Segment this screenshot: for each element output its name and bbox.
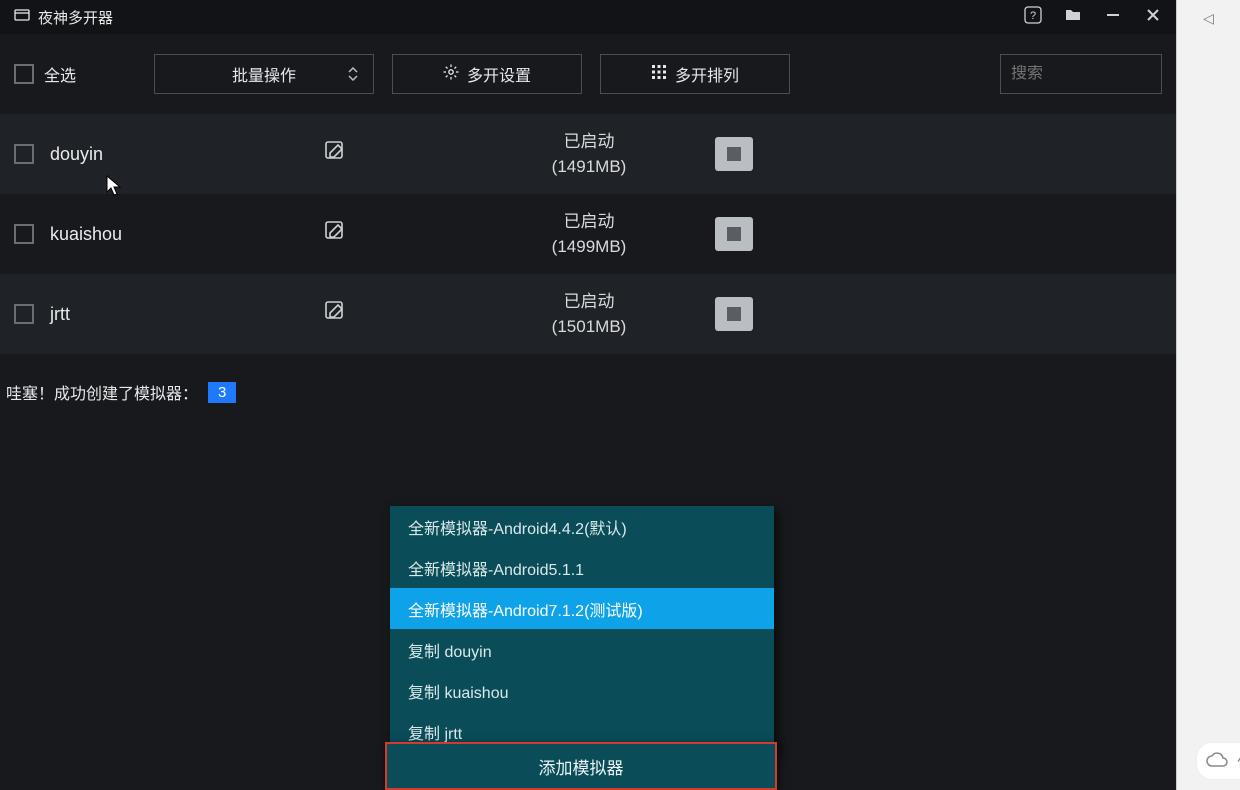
cloud-icon <box>1205 749 1229 773</box>
gear-icon <box>443 64 459 85</box>
memory-text: (1501MB) <box>484 314 694 340</box>
folder-icon[interactable] <box>1064 6 1082 29</box>
rename-button[interactable] <box>324 300 484 328</box>
watermark: 亿速云 <box>1196 742 1240 780</box>
rename-button[interactable] <box>324 220 484 248</box>
multi-arrange-button[interactable]: 多开排列 <box>600 54 790 94</box>
multi-settings-button[interactable]: 多开设置 <box>392 54 582 94</box>
emulator-status: 已启动 (1499MB) <box>484 209 694 260</box>
memory-text: (1491MB) <box>484 154 694 180</box>
svg-text:?: ? <box>1030 10 1036 22</box>
popup-menu-item[interactable]: 全新模拟器-Android7.1.2(测试版) <box>390 588 774 629</box>
popup-menu-item[interactable]: 全新模拟器-Android4.4.2(默认) <box>390 506 774 547</box>
app-title: 夜神多开器 <box>38 7 113 28</box>
emulator-row[interactable]: douyin 已启动 (1491MB) <box>0 114 1176 194</box>
popup-menu-item[interactable]: 复制 kuaishou <box>390 670 774 711</box>
multi-settings-label: 多开设置 <box>467 62 531 86</box>
popup-menu-item[interactable]: 全新模拟器-Android5.1.1 <box>390 547 774 588</box>
stop-icon <box>727 147 741 161</box>
minimize-icon[interactable] <box>1104 6 1122 29</box>
titlebar: 夜神多开器 ? <box>0 0 1176 34</box>
success-message: 哇塞！成功创建了模拟器： 3 <box>0 354 1176 430</box>
status-text: 已启动 <box>484 129 694 155</box>
emulator-name: jrtt <box>50 304 70 325</box>
select-all-checkbox[interactable] <box>14 64 34 84</box>
memory-text: (1499MB) <box>484 234 694 260</box>
status-text: 已启动 <box>484 289 694 315</box>
stop-button[interactable] <box>715 217 753 251</box>
nav-left-icon[interactable]: ◁ <box>1203 10 1214 27</box>
app-window: 夜神多开器 ? 全选 批量操作 <box>0 0 1176 790</box>
row-checkbox[interactable] <box>14 144 34 164</box>
help-icon[interactable]: ? <box>1024 6 1042 29</box>
batch-operations-label: 批量操作 <box>232 62 296 86</box>
grid-icon <box>651 64 667 85</box>
batch-operations-dropdown[interactable]: 批量操作 <box>154 54 374 94</box>
success-count-badge: 3 <box>208 382 236 403</box>
emulator-name: kuaishou <box>50 224 122 245</box>
emulator-list: douyin 已启动 (1491MB) kuaishou 已启动 (1499MB… <box>0 114 1176 354</box>
close-icon[interactable] <box>1144 6 1162 29</box>
stop-button[interactable] <box>715 297 753 331</box>
multi-arrange-label: 多开排列 <box>675 62 739 86</box>
status-text: 已启动 <box>484 209 694 235</box>
mouse-cursor-icon <box>106 175 122 197</box>
emulator-status: 已启动 (1501MB) <box>484 289 694 340</box>
success-text: 哇塞！成功创建了模拟器： <box>6 380 198 404</box>
stop-button[interactable] <box>715 137 753 171</box>
emulator-status: 已启动 (1491MB) <box>484 129 694 180</box>
add-emulator-popup: 全新模拟器-Android4.4.2(默认)全新模拟器-Android5.1.1… <box>390 506 774 752</box>
row-checkbox[interactable] <box>14 304 34 324</box>
emulator-row[interactable]: jrtt 已启动 (1501MB) <box>0 274 1176 354</box>
rename-button[interactable] <box>324 140 484 168</box>
chevron-updown-icon <box>347 67 359 81</box>
popup-menu-item[interactable]: 复制 douyin <box>390 629 774 670</box>
emulator-name: douyin <box>50 144 103 165</box>
row-checkbox[interactable] <box>14 224 34 244</box>
add-emulator-label: 添加模拟器 <box>539 754 624 779</box>
app-icon <box>14 7 30 27</box>
emulator-row[interactable]: kuaishou 已启动 (1499MB) <box>0 194 1176 274</box>
select-all[interactable]: 全选 <box>14 62 76 86</box>
stop-icon <box>727 227 741 241</box>
select-all-label: 全选 <box>44 62 76 86</box>
stop-icon <box>727 307 741 321</box>
search-box[interactable] <box>1000 54 1162 94</box>
add-emulator-button[interactable]: 添加模拟器 <box>385 742 777 790</box>
toolbar: 全选 批量操作 多开设置 多开排列 <box>0 34 1176 114</box>
outer-strip: ◁ <box>1176 0 1240 790</box>
